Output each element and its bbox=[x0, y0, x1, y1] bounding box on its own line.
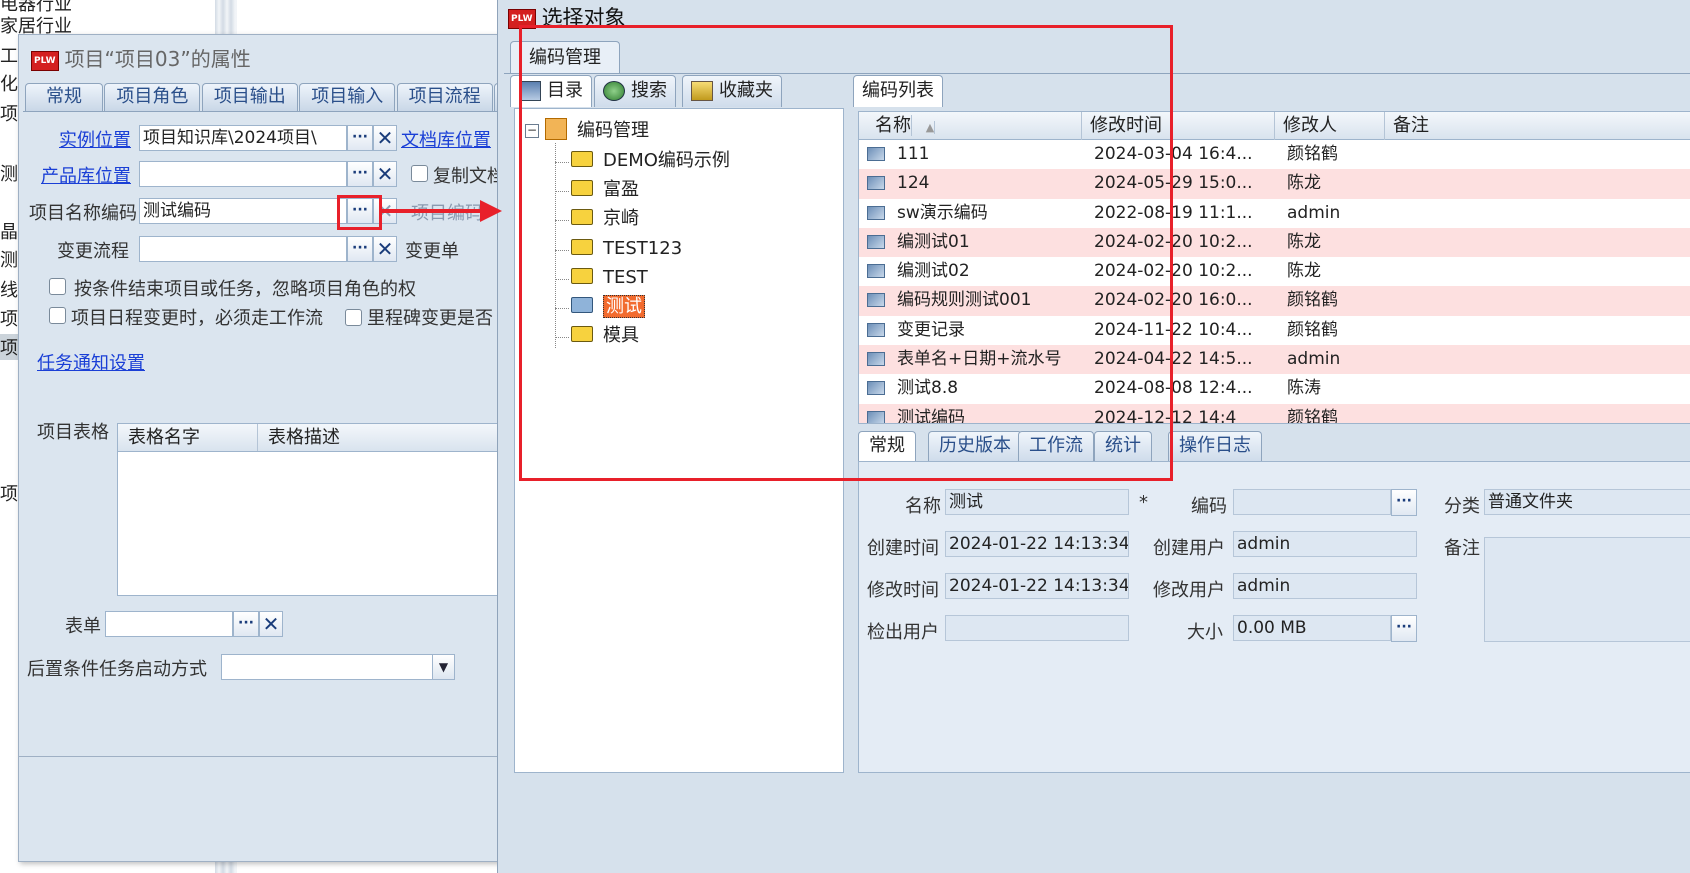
plw-logo-icon: PLW bbox=[31, 50, 59, 71]
column-table-name[interactable]: 表格名字 bbox=[118, 424, 258, 451]
cell-modified-by: admin bbox=[1287, 202, 1341, 223]
remark-label: 备注 bbox=[1444, 538, 1480, 559]
change-flow-field[interactable] bbox=[139, 236, 347, 262]
remark-field[interactable] bbox=[1484, 537, 1690, 642]
form-label: 表单 bbox=[65, 616, 101, 637]
instance-location-clear-button[interactable]: ✕ bbox=[373, 125, 397, 151]
bg-item: 测 bbox=[0, 164, 18, 185]
bg-item: 测 bbox=[0, 250, 18, 271]
column-modified-by[interactable]: 修改人 bbox=[1275, 112, 1385, 140]
change-flow-clear-button[interactable]: ✕ bbox=[373, 236, 397, 262]
cell-modified-by: 颜铭鹤 bbox=[1287, 407, 1338, 424]
checkout-user-label: 检出用户 bbox=[867, 622, 939, 643]
code-label: 编码 bbox=[1191, 496, 1227, 517]
column-remark[interactable]: 备注 bbox=[1385, 112, 1690, 140]
created-time-field[interactable]: 2024-01-22 14:13:34 bbox=[945, 531, 1129, 557]
cell-modified-by: 陈龙 bbox=[1287, 261, 1321, 282]
instance-location-field[interactable]: 项目知识库\2024项目\ bbox=[139, 125, 347, 151]
modified-time-field[interactable]: 2024-01-22 14:13:34 bbox=[945, 573, 1129, 599]
bg-item: 项 bbox=[0, 104, 18, 125]
created-time-label: 创建时间 bbox=[867, 538, 939, 559]
dialog-tabs: 常规 项目角色 项目输出 项目输入 项目流程 工期 bbox=[25, 83, 555, 111]
project-table-grid[interactable]: 表格名字 表格描述 bbox=[117, 423, 562, 596]
detail-form: 名称 测试 * 编码 ··· 分类 普通文件夹 创建时间 2024-01-22 … bbox=[858, 461, 1690, 773]
cell-modified-by: admin bbox=[1287, 349, 1341, 370]
schedule-change-label: 项目日程变更时，必须走工作流 bbox=[71, 308, 323, 329]
instance-location-browse-button[interactable]: ··· bbox=[347, 125, 373, 151]
task-notify-link[interactable]: 任务通知设置 bbox=[37, 349, 145, 375]
name-code-field[interactable]: 测试编码 bbox=[139, 198, 347, 224]
change-flow-label: 变更流程 bbox=[57, 241, 129, 262]
modified-user-label: 修改用户 bbox=[1153, 580, 1225, 601]
bg-item: 晶 bbox=[0, 222, 18, 243]
project-table-label: 项目表格 bbox=[37, 422, 109, 443]
annotation-highlight-dialog bbox=[519, 25, 1173, 481]
size-field[interactable]: 0.00 MB bbox=[1233, 615, 1391, 641]
dialog-footer-divider bbox=[19, 756, 562, 757]
created-user-label: 创建用户 bbox=[1153, 538, 1225, 559]
form-clear-button[interactable]: ✕ bbox=[259, 611, 283, 637]
project-properties-dialog: PLW项目“项目03”的属性 常规 项目角色 项目输出 项目输入 项目流程 工期… bbox=[18, 34, 563, 862]
product-location-link[interactable]: 产品库位置 bbox=[41, 162, 131, 188]
required-mark: * bbox=[1139, 492, 1148, 513]
milestone-label: 里程碑变更是否 bbox=[367, 308, 493, 329]
post-task-select[interactable]: ▼ bbox=[221, 654, 455, 680]
tab-project-roles[interactable]: 项目角色 bbox=[104, 83, 201, 111]
tab-project-flow[interactable]: 项目流程 bbox=[396, 83, 493, 111]
schedule-change-checkbox[interactable] bbox=[49, 307, 66, 324]
bg-item: 工 bbox=[0, 46, 18, 67]
copy-doc-label: 复制文档 bbox=[433, 166, 505, 187]
bg-item: 项 bbox=[0, 484, 18, 505]
post-task-label: 后置条件任务启动方式 bbox=[27, 659, 207, 680]
product-location-clear-button[interactable]: ✕ bbox=[373, 161, 397, 187]
form-field[interactable] bbox=[105, 611, 233, 637]
annotation-arrow bbox=[380, 200, 502, 222]
bg-item: 化 bbox=[0, 74, 18, 95]
modified-user-field[interactable]: admin bbox=[1233, 573, 1417, 599]
bg-item: 线 bbox=[0, 280, 18, 301]
product-location-browse-button[interactable]: ··· bbox=[347, 161, 373, 187]
cell-modified-by: 陈涛 bbox=[1287, 378, 1321, 399]
tab-project-input[interactable]: 项目输入 bbox=[299, 83, 396, 111]
cell-modified-by: 颜铭鹤 bbox=[1287, 319, 1338, 340]
size-label: 大小 bbox=[1187, 622, 1223, 643]
form-browse-button[interactable]: ··· bbox=[233, 611, 259, 637]
tab-operation-log[interactable]: 操作日志 bbox=[1168, 431, 1262, 461]
name-field[interactable]: 测试 bbox=[945, 489, 1129, 515]
dialog-title: PLW 项目“项目03”的属性 bbox=[31, 43, 251, 72]
tab-general[interactable]: 常规 bbox=[25, 83, 103, 111]
size-browse-button[interactable]: ··· bbox=[1391, 615, 1417, 642]
bg-item: 项 bbox=[0, 309, 18, 330]
instance-location-link[interactable]: 实例位置 bbox=[59, 126, 131, 152]
end-by-condition-checkbox[interactable] bbox=[49, 278, 66, 295]
cell-modified-by: 颜铭鹤 bbox=[1287, 144, 1338, 164]
category-field[interactable]: 普通文件夹 bbox=[1484, 489, 1690, 515]
end-by-condition-label: 按条件结束项目或任务，忽略项目角色的权 bbox=[74, 279, 416, 300]
milestone-checkbox[interactable] bbox=[345, 309, 362, 326]
change-flow-browse-button[interactable]: ··· bbox=[347, 236, 373, 262]
checkout-user-field[interactable] bbox=[945, 615, 1129, 641]
tab-project-output[interactable]: 项目输出 bbox=[201, 83, 298, 111]
grid-header: 表格名字 表格描述 bbox=[118, 424, 561, 452]
modified-time-label: 修改时间 bbox=[867, 580, 939, 601]
name-code-label: 项目名称编码 bbox=[29, 203, 137, 224]
cell-modified-by: 陈龙 bbox=[1287, 173, 1321, 194]
code-field[interactable] bbox=[1233, 489, 1391, 515]
chevron-down-icon[interactable]: ▼ bbox=[432, 655, 454, 679]
cell-modified-by: 陈龙 bbox=[1287, 231, 1321, 252]
bg-item: 项 bbox=[0, 334, 18, 360]
name-label: 名称 bbox=[905, 496, 941, 517]
cell-modified-by: 颜铭鹤 bbox=[1287, 290, 1338, 311]
category-label: 分类 bbox=[1444, 496, 1480, 517]
product-location-field[interactable] bbox=[139, 161, 347, 187]
copy-doc-checkbox[interactable] bbox=[411, 165, 428, 182]
created-user-field[interactable]: admin bbox=[1233, 531, 1417, 557]
annotation-highlight-browse bbox=[337, 195, 382, 230]
change-form-label: 变更单 bbox=[405, 241, 459, 262]
code-browse-button[interactable]: ··· bbox=[1391, 489, 1417, 516]
doc-location-link[interactable]: 文档库位置 bbox=[401, 126, 491, 152]
